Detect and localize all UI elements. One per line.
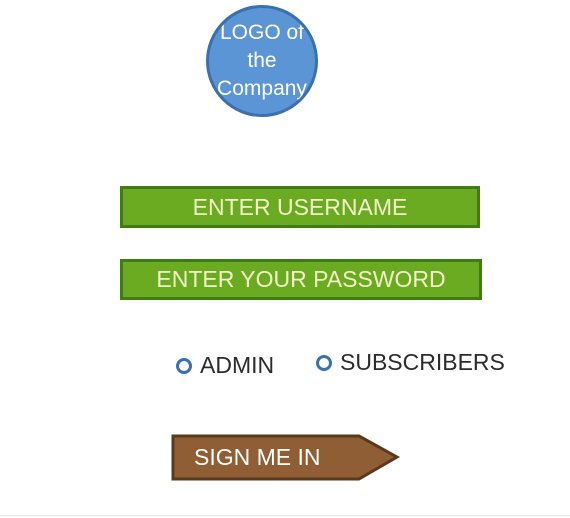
divider <box>0 515 570 516</box>
radio-button-icon[interactable] <box>176 357 192 374</box>
sign-in-label: SIGN ME IN <box>194 444 321 470</box>
password-input[interactable]: ENTER YOUR PASSWORD <box>120 259 482 300</box>
sign-in-button[interactable]: SIGN ME IN <box>171 434 401 482</box>
radio-subscribers[interactable]: SUBSCRIBERS <box>316 349 505 376</box>
username-placeholder: ENTER USERNAME <box>192 193 408 220</box>
logo-text: LOGO of the Company <box>217 21 307 100</box>
company-logo: LOGO of the Company <box>206 5 318 117</box>
radio-admin[interactable]: ADMIN <box>176 352 274 379</box>
radio-button-icon[interactable] <box>316 354 332 371</box>
radio-admin-label: ADMIN <box>200 352 275 378</box>
username-input[interactable]: ENTER USERNAME <box>120 186 480 228</box>
password-placeholder: ENTER YOUR PASSWORD <box>156 266 446 292</box>
radio-subscribers-label: SUBSCRIBERS <box>340 349 505 375</box>
